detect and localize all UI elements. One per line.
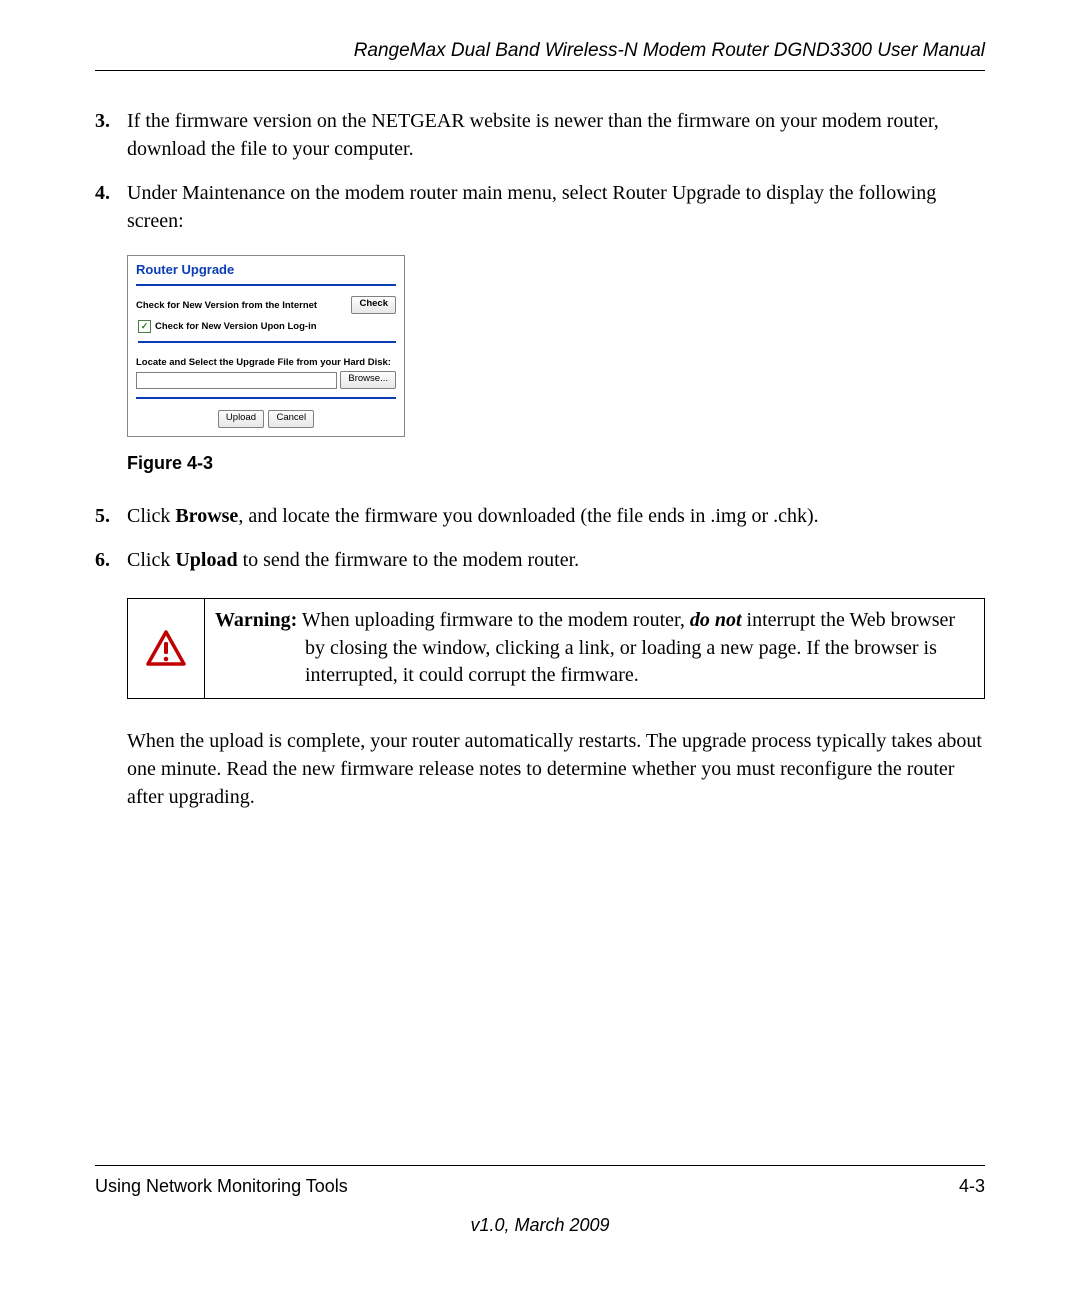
step-4: 4. Under Maintenance on the modem router… (95, 179, 985, 235)
warning-icon (146, 630, 186, 666)
steps-list-2: 5. Click Browse, and locate the firmware… (95, 502, 985, 574)
warning-text: Warning: When uploading firmware to the … (205, 599, 984, 698)
auto-check-label: Check for New Version Upon Log-in (155, 321, 317, 332)
step-6: 6. Click Upload to send the firmware to … (95, 546, 985, 574)
browse-button[interactable]: Browse... (340, 371, 396, 389)
step-number: 5. (95, 502, 127, 530)
footer-page-number: 4-3 (959, 1176, 985, 1197)
steps-list: 3. If the firmware version on the NETGEA… (95, 107, 985, 235)
footer-version: v1.0, March 2009 (95, 1215, 985, 1236)
warning-label: Warning: (215, 609, 297, 631)
auto-check-row: ✓ Check for New Version Upon Log-in (138, 320, 396, 343)
figure-caption: Figure 4-3 (127, 453, 985, 474)
warning-box: Warning: When uploading firmware to the … (127, 598, 985, 699)
button-row: Upload Cancel (136, 407, 396, 428)
step-number: 4. (95, 179, 127, 235)
router-upgrade-panel: Router Upgrade Check for New Version fro… (127, 255, 405, 437)
auto-check-checkbox[interactable]: ✓ (138, 320, 151, 333)
footer-rule (95, 1165, 985, 1166)
running-header: RangeMax Dual Band Wireless-N Modem Rout… (95, 40, 985, 71)
step-text: Under Maintenance on the modem router ma… (127, 179, 985, 235)
check-version-label: Check for New Version from the Internet (136, 300, 317, 311)
step-number: 3. (95, 107, 127, 163)
step-number: 6. (95, 546, 127, 574)
warning-icon-cell (128, 599, 205, 698)
file-path-input[interactable] (136, 372, 337, 389)
file-row: Browse... (136, 371, 396, 399)
check-version-row: Check for New Version from the Internet … (136, 296, 396, 314)
locate-label: Locate and Select the Upgrade File from … (136, 357, 396, 368)
step-text: Click Upload to send the firmware to the… (127, 546, 985, 574)
cancel-button[interactable]: Cancel (268, 410, 314, 428)
page-footer: Using Network Monitoring Tools 4-3 v1.0,… (95, 1165, 985, 1236)
step-text: Click Browse, and locate the firmware yo… (127, 502, 985, 530)
page: RangeMax Dual Band Wireless-N Modem Rout… (0, 0, 1080, 1296)
panel-title: Router Upgrade (136, 262, 396, 286)
step-text: If the firmware version on the NETGEAR w… (127, 107, 985, 163)
upload-button[interactable]: Upload (218, 410, 264, 428)
post-warning-paragraph: When the upload is complete, your router… (127, 727, 985, 811)
step-3: 3. If the firmware version on the NETGEA… (95, 107, 985, 163)
figure-wrap: Router Upgrade Check for New Version fro… (127, 255, 985, 474)
check-button[interactable]: Check (351, 296, 396, 314)
footer-section: Using Network Monitoring Tools (95, 1176, 348, 1197)
step-5: 5. Click Browse, and locate the firmware… (95, 502, 985, 530)
